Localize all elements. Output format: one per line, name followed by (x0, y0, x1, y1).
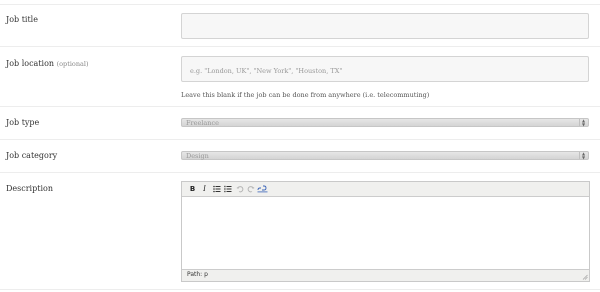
job-type-select[interactable]: Freelance ▲ ▼ (181, 118, 589, 127)
editor-statusbar: Path: p (182, 269, 589, 281)
job-category-label: Job category (6, 151, 57, 161)
job-location-label-text: Job location (6, 59, 55, 68)
job-location-input[interactable]: e.g. "London, UK", "New York", "Houston,… (181, 56, 589, 82)
job-type-selected: Freelance (186, 119, 219, 127)
job-category-selected: Design (186, 152, 209, 160)
italic-icon: I (203, 185, 206, 193)
row-divider (0, 106, 600, 107)
bold-icon: B (189, 185, 196, 193)
numbered-list-button[interactable] (223, 184, 232, 194)
job-title-label-text: Job title (6, 15, 38, 24)
job-type-label-text: Job type (6, 118, 40, 127)
row-divider (0, 289, 600, 290)
job-title-input[interactable] (181, 13, 589, 39)
italic-button[interactable]: I (200, 184, 209, 194)
description-editor[interactable]: B I Path: p (181, 181, 590, 282)
undo-icon (236, 186, 243, 193)
optional-tag: (optional) (56, 60, 89, 68)
row-divider (0, 46, 600, 47)
editor-path: Path: p (187, 271, 208, 278)
redo-button[interactable] (246, 184, 255, 194)
resize-handle-icon[interactable] (582, 274, 588, 280)
numbered-list-icon (223, 185, 231, 193)
job-category-select[interactable]: Design ▲ ▼ (181, 151, 589, 160)
job-type-label: Job type (6, 118, 39, 128)
link-button[interactable] (257, 184, 268, 194)
row-divider (0, 139, 600, 140)
select-arrows-icon: ▲ ▼ (579, 119, 587, 126)
description-label: Description (6, 184, 53, 194)
job-location-placeholder: e.g. "London, UK", "New York", "Houston,… (190, 67, 343, 75)
bold-button[interactable]: B (188, 184, 197, 194)
job-location-hint: Leave this blank if the job can be done … (181, 91, 430, 99)
bullet-list-button[interactable] (212, 184, 221, 194)
row-divider (0, 172, 600, 173)
redo-icon (247, 186, 254, 193)
bullet-list-icon (212, 185, 220, 193)
select-arrows-icon: ▲ ▼ (579, 152, 587, 159)
undo-button[interactable] (235, 184, 244, 194)
link-icon (257, 185, 268, 193)
job-category-label-text: Job category (6, 151, 58, 160)
job-location-label: Job location (optional) (6, 59, 89, 69)
editor-toolbar: B I (182, 182, 589, 197)
row-divider (0, 4, 600, 5)
job-title-label: Job title (6, 15, 38, 25)
description-label-text: Description (6, 184, 53, 193)
